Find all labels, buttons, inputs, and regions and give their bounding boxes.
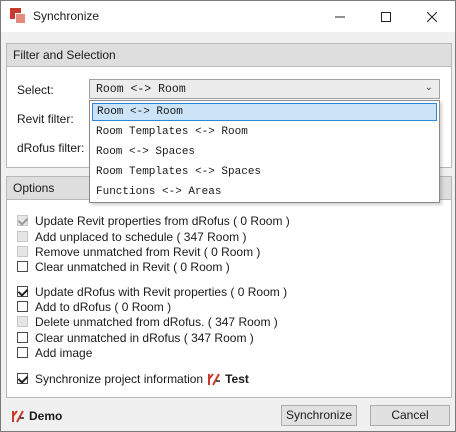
option-label: Add unplaced to schedule ( 347 Room ): [35, 229, 247, 244]
maximize-button[interactable]: [363, 1, 409, 32]
drofus-filter-label: dRofus filter:: [17, 141, 85, 155]
checkbox[interactable]: [17, 246, 28, 257]
option-clear-unmatched-revit[interactable]: Clear unmatched in Revit ( 0 Room ): [17, 259, 230, 274]
option-label: Add to dRofus ( 0 Room ): [35, 299, 172, 314]
app-icon: [10, 8, 26, 24]
database-name: Demo: [29, 409, 63, 423]
minimize-icon: [335, 16, 345, 17]
option-label: Delete unmatched from dRofus. ( 347 Room…: [35, 314, 278, 329]
checkbox[interactable]: [17, 373, 28, 384]
filter-selection-header: Filter and Selection: [7, 44, 451, 67]
option-label: Remove unmatched from Revit ( 0 Room ): [35, 244, 261, 259]
chevron-down-icon: ⌄: [424, 82, 433, 93]
option-update-drofus[interactable]: Update dRofus with Revit properties ( 0 …: [17, 284, 287, 299]
synchronize-dialog: Synchronize Filter and Selection Select:…: [0, 0, 456, 432]
project-name: Test: [225, 371, 249, 386]
option-label: Synchronize project information: [35, 371, 204, 386]
checkbox[interactable]: [17, 332, 28, 343]
select-combobox[interactable]: Room <-> Room ⌄: [89, 79, 440, 99]
checkbox[interactable]: [17, 261, 28, 272]
select-label: Select:: [17, 83, 54, 97]
cancel-button[interactable]: Cancel: [370, 405, 450, 426]
checkbox[interactable]: [17, 215, 28, 226]
option-add-image[interactable]: Add image: [17, 345, 92, 360]
checkbox[interactable]: [17, 231, 28, 242]
option-label: Clear unmatched in dRofus ( 347 Room ): [35, 330, 254, 345]
checkbox[interactable]: [17, 286, 28, 297]
minimize-button[interactable]: [317, 1, 363, 32]
maximize-icon: [381, 11, 391, 22]
option-clear-unmatched-drofus[interactable]: Clear unmatched in dRofus ( 347 Room ): [17, 330, 254, 345]
dropdown-option[interactable]: Functions <-> Areas: [92, 183, 437, 201]
option-label: Update dRofus with Revit properties ( 0 …: [35, 284, 288, 299]
option-update-revit[interactable]: Update Revit properties from dRofus ( 0 …: [17, 213, 290, 228]
checkbox[interactable]: [17, 316, 28, 327]
window-title: Synchronize: [33, 9, 100, 23]
dropdown-option[interactable]: Room <-> Spaces: [92, 143, 437, 161]
option-sync-project-info[interactable]: Synchronize project information Test: [17, 371, 249, 386]
title-bar[interactable]: Synchronize: [1, 1, 455, 32]
close-icon: [427, 11, 437, 22]
checkbox[interactable]: [17, 347, 28, 358]
revit-filter-label: Revit filter:: [17, 112, 74, 126]
select-value: Room <-> Room: [96, 83, 186, 96]
database-indicator: Demo: [7, 409, 62, 423]
option-add-to-drofus[interactable]: Add to dRofus ( 0 Room ): [17, 299, 171, 314]
option-remove-unmatched-revit[interactable]: Remove unmatched from Revit ( 0 Room ): [17, 244, 260, 259]
select-dropdown-list: Room <-> Room Room Templates <-> Room Ro…: [89, 100, 440, 203]
option-delete-unmatched-drofus[interactable]: Delete unmatched from dRofus. ( 347 Room…: [17, 314, 278, 329]
option-label: Clear unmatched in Revit ( 0 Room ): [35, 259, 230, 274]
option-add-unplaced[interactable]: Add unplaced to schedule ( 347 Room ): [17, 229, 246, 244]
option-label: Update Revit properties from dRofus ( 0 …: [35, 213, 290, 228]
dropdown-option[interactable]: Room Templates <-> Room: [92, 123, 437, 141]
drofus-logo-icon: [11, 409, 25, 423]
drofus-logo-icon: [207, 372, 221, 386]
option-label: Add image: [35, 345, 93, 360]
checkbox[interactable]: [17, 301, 28, 312]
dropdown-option[interactable]: Room Templates <-> Spaces: [92, 163, 437, 181]
close-button[interactable]: [409, 1, 455, 32]
dropdown-option[interactable]: Room <-> Room: [92, 103, 437, 121]
synchronize-button[interactable]: Synchronize: [281, 405, 357, 426]
